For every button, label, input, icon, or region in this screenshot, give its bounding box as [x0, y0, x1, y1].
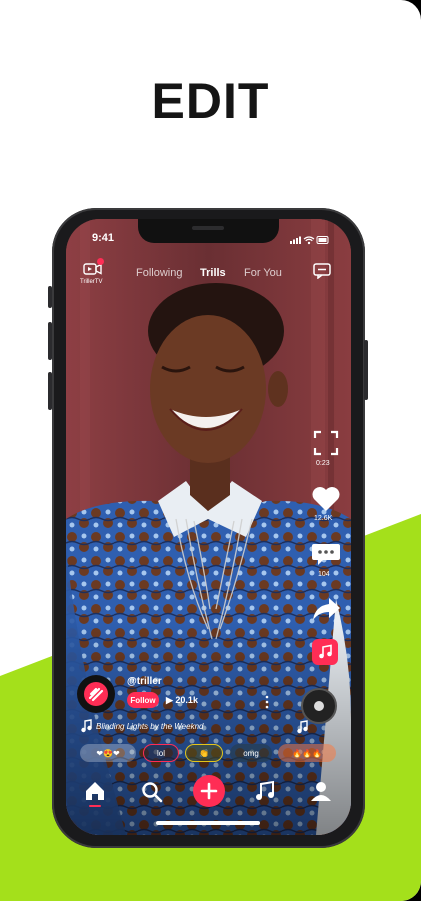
status-time: 9:41: [92, 232, 115, 244]
trillertv-label: TrillerTV: [80, 279, 103, 285]
fullscreen-icon[interactable]: [313, 430, 339, 456]
sound-note-icon: [297, 720, 308, 734]
battery-icon: [316, 236, 329, 244]
volume-up-button: [48, 322, 52, 360]
video-photo[interactable]: [66, 219, 351, 835]
album-disc[interactable]: [301, 688, 337, 724]
tab-following[interactable]: Following: [136, 267, 182, 279]
triller-logo: [84, 682, 108, 706]
music-note-icon: [319, 644, 332, 659]
song-note-icon: [81, 719, 92, 733]
reaction-love[interactable]: ❤😍❤: [80, 744, 136, 762]
volume-down-button: [48, 372, 52, 410]
creator-avatar[interactable]: [77, 675, 115, 713]
triller-logo-mark: [88, 687, 104, 702]
notification-dot: [97, 258, 104, 265]
reaction-omg[interactable]: omg: [230, 744, 272, 762]
phone-notch: [138, 219, 279, 243]
song-title[interactable]: Blinding Lights by the Weeknd: [96, 722, 203, 731]
phone-screen: [66, 219, 351, 835]
power-button: [364, 340, 368, 400]
like-count: 12.6K: [314, 515, 333, 522]
profile-icon[interactable]: [310, 780, 332, 802]
headline: EDIT: [151, 73, 270, 129]
wifi-icon: [303, 236, 315, 245]
reaction-fire[interactable]: 🔥🔥🔥: [278, 744, 336, 762]
trillertv-button[interactable]: [83, 258, 104, 276]
tab-trills[interactable]: Trills: [200, 267, 226, 279]
home-active-indicator: [89, 805, 101, 807]
signal-icon: [290, 236, 301, 244]
home-icon[interactable]: [84, 780, 106, 802]
like-icon[interactable]: [311, 486, 341, 512]
status-icons: [290, 236, 329, 245]
add-button[interactable]: [193, 775, 225, 807]
comment-icon[interactable]: [311, 540, 341, 568]
more-options-icon[interactable]: [264, 695, 270, 709]
tab-for-you[interactable]: For You: [244, 267, 282, 279]
reaction-lol[interactable]: lol: [143, 744, 179, 762]
messages-icon[interactable]: [313, 263, 331, 279]
view-count: ▶ 20.1k: [166, 695, 198, 705]
follow-button[interactable]: Follow: [127, 692, 159, 708]
creator-handle[interactable]: @triller: [127, 676, 162, 687]
reaction-clap[interactable]: 👏: [185, 744, 223, 762]
video-duration: 0:23: [316, 460, 330, 467]
comment-count: 104: [318, 571, 330, 578]
music-icon[interactable]: [254, 780, 276, 802]
music-sticker-button[interactable]: [312, 639, 338, 665]
promo-card: EDIT 9:41 TrillerTV Following Trills For…: [0, 0, 421, 901]
home-indicator-bar: [156, 821, 260, 825]
add-icon: [200, 782, 218, 800]
mute-switch: [48, 286, 52, 308]
album-disc-center: [314, 701, 324, 711]
phone-speaker: [192, 226, 224, 230]
search-icon[interactable]: [141, 781, 163, 803]
share-icon[interactable]: [311, 596, 341, 622]
